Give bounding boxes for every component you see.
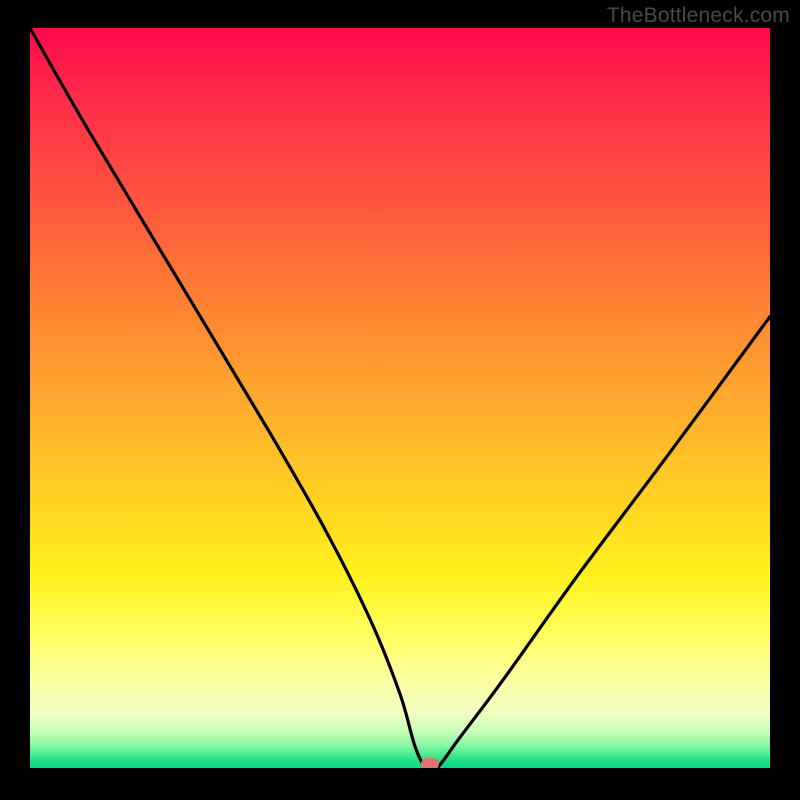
optimal-marker bbox=[421, 758, 439, 768]
curve-layer bbox=[30, 28, 770, 768]
watermark-label: TheBottleneck.com bbox=[607, 4, 790, 28]
bottleneck-curve bbox=[30, 28, 770, 768]
chart-frame: TheBottleneck.com bbox=[0, 0, 800, 800]
plot-area bbox=[30, 28, 770, 768]
